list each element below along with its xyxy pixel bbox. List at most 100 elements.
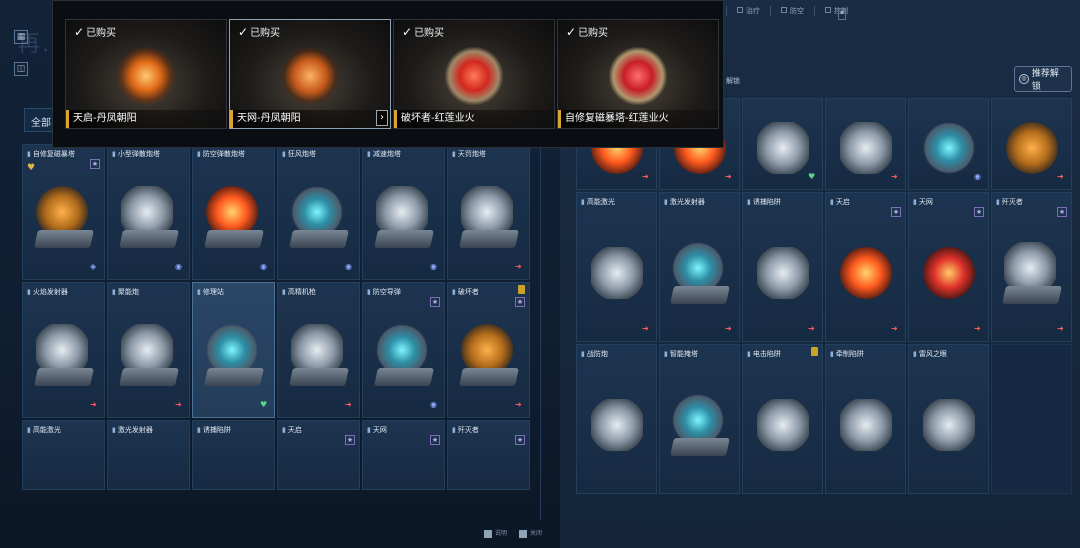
target-icon: ◎ — [1019, 74, 1029, 84]
tower-card[interactable]: ◉ — [908, 98, 989, 190]
tower-card[interactable]: ▮ 天网 ★ ➜ — [908, 192, 989, 342]
tower-card[interactable]: ▮ 高能激光 ➜ — [576, 192, 657, 342]
tower-card[interactable]: ▮ 激光发射器 ➜ — [659, 192, 740, 342]
tower-card[interactable]: ▮ 激光发射器 — [107, 420, 190, 490]
tower-art — [33, 324, 94, 387]
tower-card[interactable]: ▮ 天启 ★ ➜ — [825, 192, 906, 342]
tower-card[interactable]: ▮ 防空弹散炮塔 ◉ — [192, 144, 275, 280]
skin-card[interactable]: ✓ 已购买 自修复磁暴塔-红莲业火 — [557, 19, 719, 129]
filter-icon[interactable]: ▦ — [14, 30, 28, 44]
info-icon: ◉ — [260, 262, 267, 271]
skin-card[interactable]: ✓ 已购买 天启-丹凤朝阳 — [65, 19, 227, 129]
tower-card[interactable]: ▮ 雷风之眼 — [908, 344, 989, 494]
skin-art — [281, 47, 339, 106]
arrow-icon: ➜ — [891, 324, 898, 333]
panel-divider — [540, 100, 541, 520]
tower-card[interactable]: ▮ 诱捕陷阱 — [192, 420, 275, 490]
hint-close[interactable]: 关闭 — [519, 528, 542, 538]
hint-help[interactable]: 说明 — [484, 528, 507, 538]
tower-name: ▮ 诱捕陷阱 — [747, 198, 781, 206]
skin-card-selected[interactable]: ✓ 已购买 天网-丹凤朝阳 › — [229, 19, 391, 129]
skin-card[interactable]: ✓ 已购买 破坏者-红莲业火 — [393, 19, 555, 129]
arrow-icon: ➜ — [725, 324, 732, 333]
tower-art — [203, 186, 264, 249]
tower-art — [458, 186, 519, 249]
tower-card[interactable]: ▮ 减速炮塔 ◉ — [362, 144, 445, 280]
tower-card[interactable]: ➜ — [825, 98, 906, 190]
tower-card[interactable]: ▮ 高能激光 — [22, 420, 105, 490]
arrow-icon: ➜ — [725, 172, 732, 181]
tower-card[interactable]: ▮ 电击陷阱 — [742, 344, 823, 494]
header-mini-icon[interactable]: ▪ — [838, 8, 846, 20]
owned-badge: ✓ 已购买 — [566, 25, 609, 39]
tower-name: ▮ 防空弹散炮塔 — [197, 150, 245, 158]
tower-name: ▮ 天启 — [282, 426, 302, 434]
info-icon: ◉ — [175, 262, 182, 271]
arrow-icon: ➜ — [345, 400, 352, 409]
tower-card[interactable]: ▮ 战防炮 — [576, 344, 657, 494]
info-icon: ◉ — [974, 172, 981, 181]
tower-name: ▮ 火焰发射器 — [27, 288, 68, 296]
tower-card[interactable]: ▮ 火焰发射器 ➜ — [22, 282, 105, 418]
tower-card-selected[interactable]: ▮ 修理站 ♥ — [192, 282, 275, 418]
tower-card[interactable]: ▮ 防空导弹 ★ ◉ — [362, 282, 445, 418]
tower-art — [1001, 241, 1062, 304]
check-icon: ✓ — [74, 25, 85, 39]
shield-icon: ♥ — [808, 172, 816, 181]
left-side-icons: ▦ ◫ — [14, 30, 54, 94]
recommend-unlock-button[interactable]: ◎ 推荐解锁 — [1014, 66, 1072, 92]
tower-card[interactable]: ➜ — [991, 98, 1072, 190]
tower-card[interactable]: ▮ 高精机枪 ➜ — [277, 282, 360, 418]
star-icon: ★ — [430, 435, 440, 445]
category-icon[interactable]: ◫ — [14, 62, 28, 76]
tower-card[interactable]: ▮ 小型弹散炮塔 ◉ — [107, 144, 190, 280]
left-tower-grid: ▮ 自修复磁暴塔 ♥ ★ ◈ ▮ 小型弹散炮塔 ◉ ▮ 防空弹散炮塔 ◉ ▮ 狂风炮塔 … — [22, 144, 534, 492]
tower-art — [922, 121, 975, 174]
tower-card[interactable]: ▮ 狂风炮塔 ◉ — [277, 144, 360, 280]
tower-art — [33, 186, 94, 249]
tower-art — [1005, 121, 1058, 174]
star-icon: ★ — [891, 207, 901, 217]
tower-art — [288, 186, 349, 249]
star-icon: ★ — [515, 297, 525, 307]
tower-card[interactable]: ▮ 歼灭者 ★ — [447, 420, 530, 490]
star-icon: ★ — [430, 297, 440, 307]
tower-name: ▮ 诱捕陷阱 — [197, 426, 231, 434]
tower-card[interactable]: ▮ 智能掩塔 — [659, 344, 740, 494]
tower-card[interactable]: ▮ 天网 ★ — [362, 420, 445, 490]
tower-name: ▮ 电击陷阱 — [747, 350, 781, 358]
skin-art — [609, 47, 667, 106]
shield-icon: ♥ — [260, 400, 268, 409]
tower-card[interactable]: ▮ 破坏者 ★ ➜ — [447, 282, 530, 418]
tower-art — [756, 246, 809, 299]
tower-card[interactable]: ▮ 歼灭者 ★ ➜ — [991, 192, 1072, 342]
chevron-right-icon[interactable]: › — [376, 110, 388, 126]
skin-art — [117, 47, 175, 106]
tower-name: ▮ 狂风炮塔 — [282, 150, 316, 158]
tower-art — [590, 246, 643, 299]
tower-art — [373, 186, 434, 249]
unlock-label: 解锁 — [726, 77, 740, 85]
left-row-3: ▮ 高能激光 ▮ 激光发射器 ▮ 诱捕陷阱 ▮ 天启 ★ ▮ 天网 ★ ▮ 歼灭者 ★ — [22, 420, 534, 490]
tower-card[interactable]: ▮ 诱捕陷阱 ➜ — [742, 192, 823, 342]
tower-art — [839, 121, 892, 174]
tab-heal[interactable]: 治疗 — [726, 6, 760, 16]
arrow-icon: ➜ — [642, 324, 649, 333]
check-icon: ✓ — [238, 25, 249, 39]
tower-name: ▮ 牵制陷阱 — [830, 350, 864, 358]
arrow-icon: ➜ — [891, 172, 898, 181]
info-icon: ◉ — [345, 262, 352, 271]
tower-card[interactable]: ▮ 牵制陷阱 — [825, 344, 906, 494]
tower-card[interactable]: ▮ 天启 ★ — [277, 420, 360, 490]
tower-name: ▮ 破坏者 — [452, 288, 479, 296]
key-icon — [484, 529, 492, 538]
tower-art — [839, 398, 892, 451]
tower-card[interactable]: ♥ — [742, 98, 823, 190]
tower-art — [373, 324, 434, 387]
tower-card[interactable]: ▮ 聚能炮 ➜ — [107, 282, 190, 418]
swap-icon: ◈ — [90, 262, 97, 271]
tab-anti-air[interactable]: 防空 — [770, 6, 804, 16]
tower-card[interactable]: ▮ 天罚炮塔 ➜ — [447, 144, 530, 280]
tower-art — [118, 186, 179, 249]
tower-card[interactable]: ▮ 自修复磁暴塔 ♥ ★ ◈ — [22, 144, 105, 280]
